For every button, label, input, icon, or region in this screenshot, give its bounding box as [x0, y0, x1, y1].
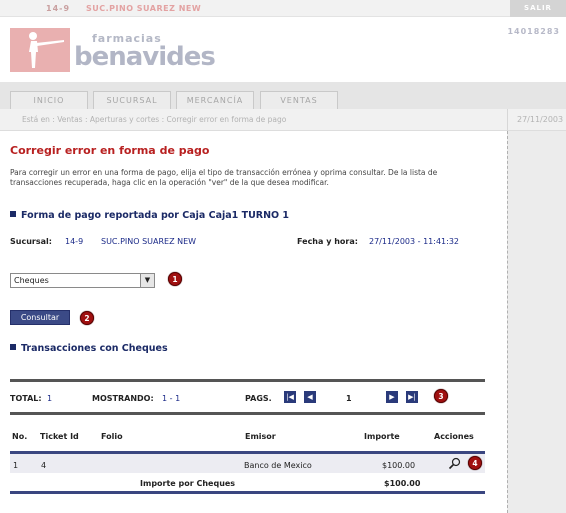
cell-no: 1 — [13, 461, 19, 470]
showing-value: 1 - 1 — [162, 394, 181, 403]
current-date: 27/11/2003 — [517, 115, 564, 124]
col-header-folio: Folio — [101, 432, 123, 441]
branch-label: Sucursal: — [10, 237, 52, 246]
tab-sucursal[interactable]: SUCURSAL — [93, 91, 171, 109]
page-title: Corregir error en forma de pago — [10, 144, 210, 157]
table-total-row: Importe por Cheques $100.00 — [10, 473, 485, 494]
chevron-down-icon[interactable]: ▼ — [140, 274, 154, 287]
view-magnifier-icon[interactable] — [448, 457, 461, 470]
top-bar: 14-9 SUC.PINO SUAREZ NEW SALIR — [0, 0, 566, 17]
total-value: 1 — [47, 394, 53, 403]
cell-ticket: 4 — [41, 461, 47, 470]
brand-big-text: benavides — [74, 42, 216, 72]
branch-name: SUC.PINO SUAREZ NEW — [86, 4, 202, 13]
tab-mercancia[interactable]: MERCANCÍA — [176, 91, 254, 109]
logout-button[interactable]: SALIR — [510, 0, 566, 17]
tab-inicio[interactable]: INICIO — [10, 91, 88, 109]
breadcrumb-divider — [507, 109, 508, 131]
header: farmacias benavides 14018283 — [0, 17, 566, 82]
main-tabs: INICIO SUCURSAL MERCANCÍA VENTAS — [0, 82, 566, 109]
pager-top-rule — [10, 379, 485, 382]
transactions-section-heading: Transacciones con Cheques — [10, 343, 168, 354]
bullet-square-icon — [10, 344, 16, 350]
session-id: 14018283 — [507, 27, 560, 36]
breadcrumb-bar: Está en : Ventas : Aperturas y cortes : … — [0, 109, 566, 131]
logo-figure-icon — [10, 28, 70, 72]
report-section-title: Forma de pago reportada por Caja Caja1 T… — [21, 210, 290, 221]
instructions-text: Para corregir un error en una forma de p… — [10, 168, 438, 187]
bullet-square-icon — [10, 211, 16, 217]
datetime-value: 27/11/2003 - 11:41:32 — [369, 237, 460, 246]
payment-type-select[interactable]: Cheques ▼ — [10, 273, 155, 288]
total-amount-label: Importe por Cheques — [140, 479, 236, 488]
col-header-emisor: Emisor — [245, 432, 276, 441]
step-badge-1: 1 — [168, 272, 182, 286]
branch-name-value: SUC.PINO SUAREZ NEW — [101, 237, 197, 246]
step-badge-2: 2 — [80, 311, 94, 325]
first-page-icon[interactable]: |◀ — [284, 391, 296, 403]
col-header-ticket: Ticket Id — [40, 432, 79, 441]
transactions-section-title: Transacciones con Cheques — [21, 343, 168, 354]
right-panel — [507, 131, 566, 513]
tab-ventas[interactable]: VENTAS — [260, 91, 338, 109]
table-row: 1 4 Banco de Mexico $100.00 4 — [10, 451, 485, 473]
cell-emisor: Banco de Mexico — [244, 461, 312, 470]
next-page-icon[interactable]: ▶ — [386, 391, 398, 403]
pager: TOTAL: 1 MOSTRANDO: 1 - 1 PAGS. |◀ ◀ 1 ▶… — [0, 384, 507, 412]
main-content: Corregir error en forma de pago Para cor… — [0, 131, 507, 513]
branch-code: 14-9 — [46, 4, 71, 13]
step-badge-3: 3 — [434, 389, 448, 403]
total-label: TOTAL: — [10, 394, 42, 403]
col-header-importe: Importe — [364, 432, 400, 441]
breadcrumb: Está en : Ventas : Aperturas y cortes : … — [22, 115, 287, 124]
step-badge-4: 4 — [468, 456, 482, 470]
last-page-icon[interactable]: ▶| — [406, 391, 418, 403]
consult-button[interactable]: Consultar — [10, 310, 70, 325]
branch-code-value: 14-9 — [65, 237, 84, 246]
col-header-no: No. — [12, 432, 28, 441]
pages-label: PAGS. — [245, 394, 272, 403]
pager-bottom-rule — [10, 412, 485, 415]
col-header-acciones: Acciones — [434, 432, 474, 441]
prev-page-icon[interactable]: ◀ — [304, 391, 316, 403]
showing-label: MOSTRANDO: — [92, 394, 154, 403]
current-page: 1 — [346, 394, 352, 403]
report-section-heading: Forma de pago reportada por Caja Caja1 T… — [10, 210, 289, 221]
benavides-logo: farmacias benavides — [10, 28, 220, 72]
payment-type-value: Cheques — [14, 276, 49, 285]
cell-importe: $100.00 — [382, 461, 416, 470]
total-amount-value: $100.00 — [384, 479, 421, 488]
datetime-label: Fecha y hora: — [297, 237, 358, 246]
